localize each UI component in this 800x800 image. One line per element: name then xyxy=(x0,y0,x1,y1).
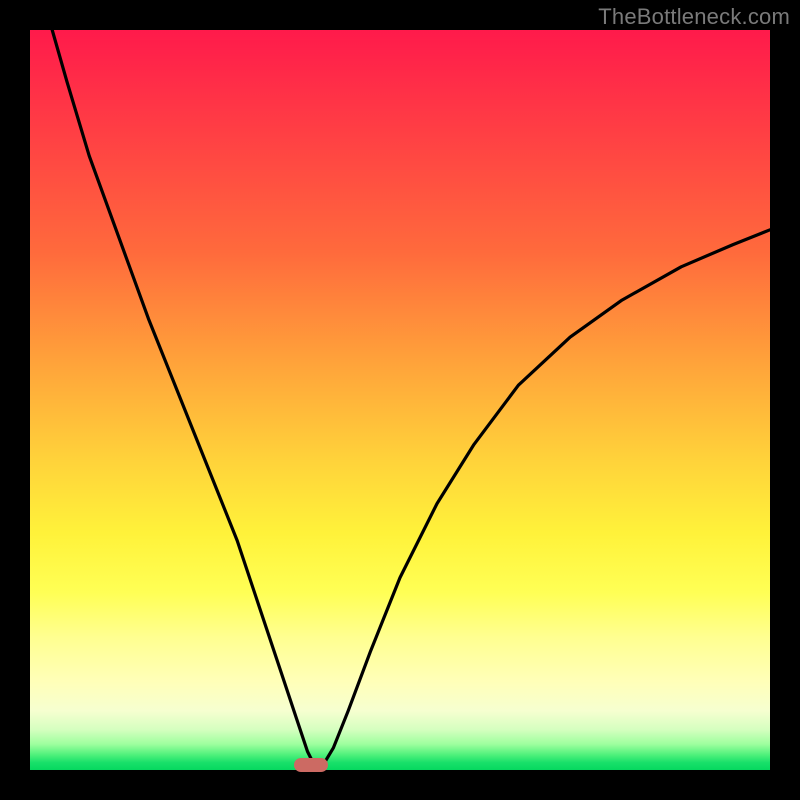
plot-area xyxy=(30,30,770,770)
optimum-marker xyxy=(294,758,328,772)
curve-left-branch xyxy=(52,30,315,766)
chart-frame: TheBottleneck.com xyxy=(0,0,800,800)
watermark-text: TheBottleneck.com xyxy=(598,4,790,30)
curve-right-branch xyxy=(322,230,770,767)
bottleneck-curve xyxy=(30,30,770,770)
